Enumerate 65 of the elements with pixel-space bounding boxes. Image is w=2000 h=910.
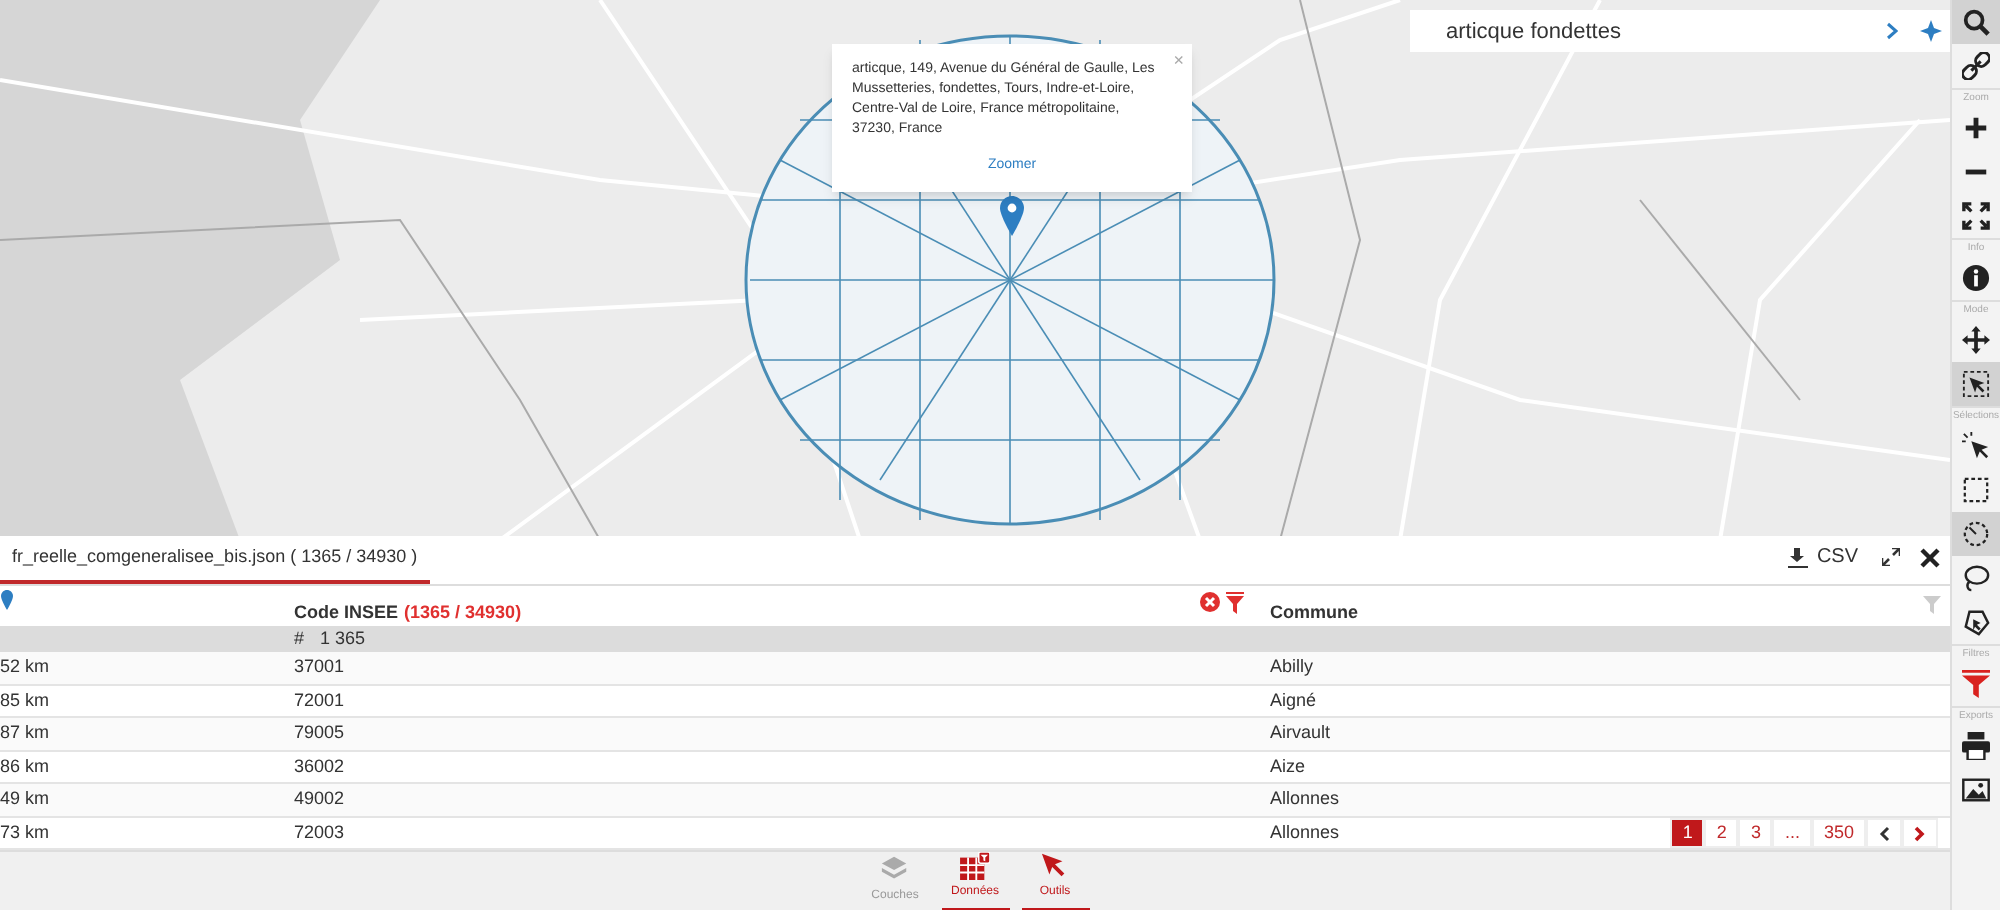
info-icon: [1962, 264, 1990, 292]
location-pin-icon: [0, 590, 14, 610]
table-cell-text: 72001: [294, 687, 347, 713]
chevron-left-icon: [1878, 825, 1890, 841]
layer-tab[interactable]: fr_reelle_comgeneralisee_bis.json ( 1365 / 34930 ): [0, 543, 430, 584]
chevron-right-icon: [1886, 22, 1898, 40]
crosshair-icon: [1919, 20, 1941, 42]
table-cell: Aigné: [1270, 687, 1317, 714]
table-cell-text: 85 km: [0, 687, 52, 713]
map-marker-icon: [1000, 196, 1024, 236]
search-icon: [1962, 8, 1990, 36]
table-cell-text: 73 km: [0, 819, 52, 845]
count-symbol: #: [294, 625, 305, 652]
polygon-icon: [1962, 608, 1990, 636]
table-cell-text: Allonnes: [1270, 786, 1340, 812]
filter-icon: [1962, 670, 1990, 698]
dashed-circle-icon: [1962, 520, 1990, 548]
clear-filter-icon[interactable]: [1200, 592, 1220, 612]
selection-box-tool-button[interactable]: [1951, 362, 2000, 406]
page-button[interactable]: 1: [1670, 818, 1705, 848]
table-cell-text: Abilly: [1270, 654, 1314, 680]
table-cell-text: 36002: [294, 753, 347, 779]
link-icon: [1962, 52, 1990, 80]
locate-button[interactable]: [1910, 10, 1950, 52]
table-cell-text: 52 km: [0, 654, 52, 680]
search-tool-button[interactable]: [1951, 0, 2000, 44]
row-count: 1 365: [320, 625, 366, 652]
expand-icon[interactable]: [1882, 548, 1900, 566]
table-cell-text: 79005: [294, 720, 347, 746]
next-page-button[interactable]: [1902, 818, 1938, 848]
cursor-click-icon: [1962, 432, 1990, 460]
column-header[interactable]: Code INSEE: [294, 600, 399, 627]
chevron-right-icon: [1914, 825, 1926, 841]
cursor-icon: [1040, 852, 1070, 880]
previous-page-button[interactable]: [1866, 818, 1902, 848]
printer-icon: [1962, 732, 1990, 760]
plus-icon: [1962, 114, 1990, 142]
search-field[interactable]: articque fondettes: [1410, 10, 1874, 52]
dashed-rectangle-icon: [1962, 476, 1990, 504]
dashed-circle-tool-button[interactable]: [1951, 512, 2000, 556]
fullscreen-icon: [1962, 202, 1990, 230]
selection-box-icon: [1962, 370, 1990, 398]
page-button[interactable]: 3: [1738, 818, 1773, 848]
table-cell-text: 49 km: [0, 786, 52, 812]
table-cell-text: 87 km: [0, 720, 52, 746]
close-icon[interactable]: [1920, 547, 1940, 567]
table-cell-text: Aize: [1270, 753, 1306, 779]
csv-label[interactable]: CSV: [1816, 542, 1858, 572]
layers-icon: [880, 854, 910, 884]
table-cell-text: Allonnes: [1270, 819, 1340, 845]
filter-icon[interactable]: [1226, 592, 1244, 614]
table-cell-text: 86 km: [0, 753, 52, 779]
table-cell-text: 72003: [294, 819, 347, 845]
page-button[interactable]: 2: [1704, 818, 1739, 848]
column-header[interactable]: Commune: [1270, 600, 1359, 627]
move-icon: [1962, 326, 1990, 354]
table-cell-text: 37001: [294, 654, 347, 680]
page-button[interactable]: ...: [1772, 818, 1812, 848]
table-cell-text: Airvault: [1270, 720, 1331, 746]
lasso-icon: [1962, 564, 1990, 592]
page-button[interactable]: 350: [1811, 818, 1866, 848]
filter-count: (1365 / 34930): [404, 600, 522, 626]
table-cell-text: 49002: [294, 786, 347, 812]
download-icon[interactable]: [1788, 547, 1809, 567]
image-icon: [1962, 776, 1990, 804]
